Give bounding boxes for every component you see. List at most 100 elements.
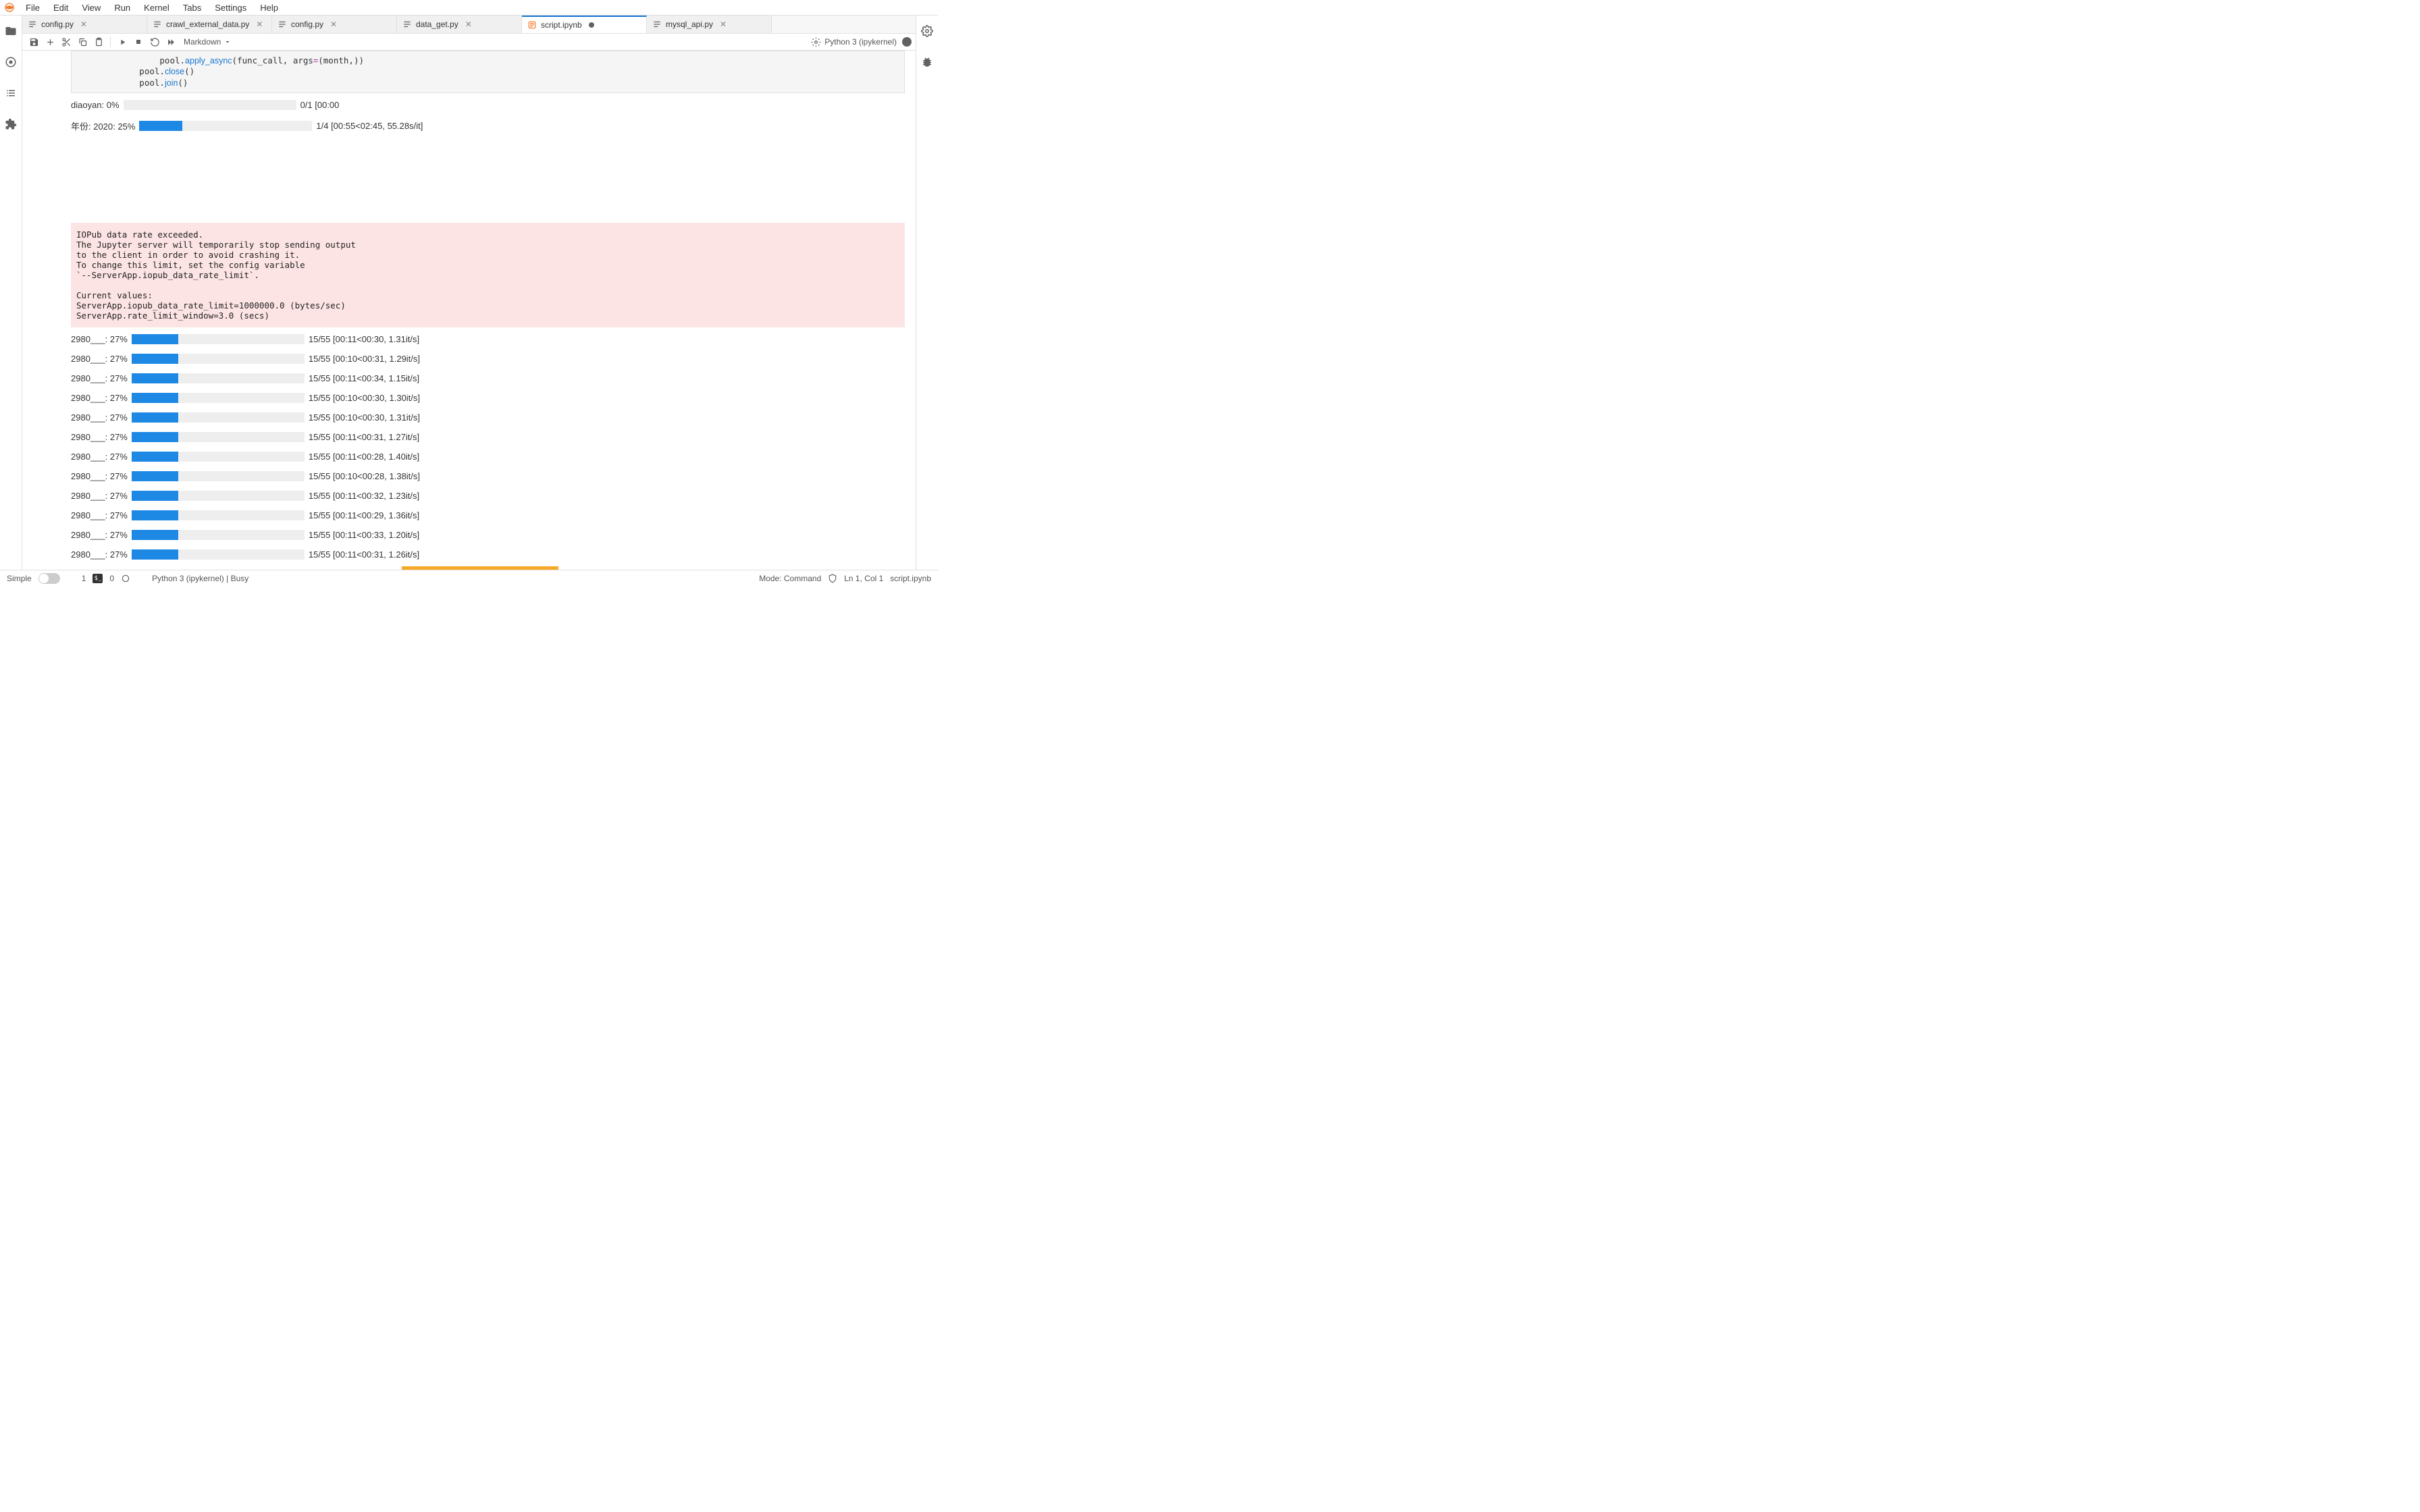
- running-terminals-icon[interactable]: [5, 56, 17, 68]
- menu-file[interactable]: File: [19, 0, 47, 16]
- file-browser-icon[interactable]: [5, 25, 17, 37]
- progress-row: 年份: 2020: 25% 1/4 [00:55<02:45, 55.28s/it…: [71, 119, 905, 132]
- progress-row: diaoyan: 0% 0/1 [00:00: [71, 100, 905, 110]
- menu-tabs[interactable]: Tabs: [176, 0, 208, 16]
- debugger-icon[interactable]: [921, 56, 933, 68]
- progress-bar: [132, 354, 305, 364]
- table-of-contents-icon[interactable]: [5, 87, 17, 99]
- progress-label: 年份: 2020: 25%: [71, 119, 135, 132]
- right-sidebar: [916, 16, 938, 570]
- progress-fill: [132, 471, 178, 481]
- notebook-trusted-icon[interactable]: [808, 34, 823, 49]
- tab-config-py[interactable]: config.py ✕: [22, 16, 147, 33]
- progress-row: 2980___: 27%15/55 [00:10<00:31, 1.29it/s…: [71, 354, 905, 364]
- menu-kernel[interactable]: Kernel: [137, 0, 176, 16]
- sessions-icon[interactable]: [121, 574, 130, 583]
- copy-cell-button[interactable]: [75, 34, 90, 49]
- progress-status: 15/55 [00:11<00:31, 1.26it/s]: [309, 549, 419, 560]
- left-sidebar: [0, 16, 22, 570]
- tab-close-icon[interactable]: ✕: [256, 20, 263, 29]
- tab-mysql_api-py[interactable]: mysql_api.py✕: [647, 16, 772, 33]
- insert-cell-button[interactable]: [43, 34, 57, 49]
- filename-text[interactable]: script.ipynb: [890, 574, 931, 583]
- tab-config-py[interactable]: config.py ✕: [272, 16, 397, 33]
- progress-bar: [132, 393, 305, 403]
- menu-view[interactable]: View: [75, 0, 107, 16]
- notebook-trust-icon[interactable]: [828, 574, 837, 583]
- progress-fill: [132, 393, 178, 403]
- menu-help[interactable]: Help: [253, 0, 285, 16]
- terminal-icon[interactable]: $_: [93, 574, 103, 583]
- error-output: IOPub data rate exceeded. The Jupyter se…: [71, 223, 905, 327]
- progress-row: 2980___: 27%15/55 [00:11<00:31, 1.26it/s…: [71, 549, 905, 560]
- tab-crawl_external_data-py[interactable]: crawl_external_data.py✕: [147, 16, 272, 33]
- progress-status: 15/55 [00:11<00:29, 1.36it/s]: [309, 510, 419, 520]
- extension-manager-icon[interactable]: [5, 118, 17, 130]
- progress-label: 2980___: 27%: [71, 471, 128, 481]
- menu-edit[interactable]: Edit: [47, 0, 75, 16]
- progress-row: 2980___: 27%15/55 [00:11<00:28, 1.40it/s…: [71, 452, 905, 462]
- tab-script-ipynb[interactable]: script.ipynb: [522, 16, 647, 33]
- kernel-status-indicator[interactable]: [902, 37, 912, 47]
- progress-fill: [132, 491, 178, 501]
- line-column-text[interactable]: Ln 1, Col 1: [844, 574, 883, 583]
- kernel-status-text[interactable]: Python 3 (ipykernel) | Busy: [152, 574, 248, 583]
- tab-data_get-py[interactable]: data_get.py✕: [397, 16, 522, 33]
- file-icon: [153, 20, 162, 29]
- progress-status: 15/55 [00:11<00:34, 1.15it/s]: [309, 373, 419, 383]
- progress-status: 0/1 [00:00: [300, 100, 340, 110]
- progress-label: diaoyan: 0%: [71, 100, 120, 110]
- progress-label: 2980___: 27%: [71, 354, 128, 364]
- progress-row: 2980___: 27%15/55 [00:10<00:30, 1.30it/s…: [71, 393, 905, 403]
- simple-mode-label: Simple: [7, 574, 32, 583]
- cut-cell-button[interactable]: [59, 34, 74, 49]
- tab-bar: config.py✕crawl_external_data.py✕config.…: [22, 16, 916, 34]
- progress-row: 2980___: 27% 15/55 [00:10<00:28, 1.38it/s…: [71, 471, 905, 481]
- property-inspector-icon[interactable]: [921, 25, 933, 37]
- progress-label: 2980___: 27%: [71, 510, 128, 520]
- jupyter-logo[interactable]: [3, 1, 16, 14]
- restart-kernel-button[interactable]: [147, 34, 162, 49]
- file-icon: [278, 20, 287, 29]
- progress-label: 2980___: 27%: [71, 452, 128, 462]
- notebook-content[interactable]: pool.apply_async(func_call, args=(month,…: [22, 51, 916, 570]
- tab-label: config.py: [41, 20, 74, 29]
- status-bar: Simple 1 $_ 0 Python 3 (ipykernel) | Bus…: [0, 570, 938, 586]
- tab-close-icon[interactable]: ✕: [465, 20, 472, 29]
- progress-fill: [139, 121, 182, 131]
- progress-bar: [132, 412, 305, 423]
- tab-close-icon[interactable]: ✕: [330, 20, 337, 29]
- progress-status: 15/55 [00:10<00:30, 1.31it/s]: [309, 412, 420, 423]
- progress-bar: [124, 100, 296, 110]
- progress-row: 2980___: 27%15/55 [00:11<00:33, 1.20it/s…: [71, 530, 905, 540]
- progress-bar: [132, 373, 305, 383]
- progress-row: 2980___: 27%15/55 [00:11<00:31, 1.27it/s…: [71, 432, 905, 442]
- cell-type-select[interactable]: Markdown: [184, 37, 232, 47]
- menu-run[interactable]: Run: [107, 0, 137, 16]
- menu-settings[interactable]: Settings: [208, 0, 253, 16]
- progress-fill: [132, 412, 178, 423]
- mode-text[interactable]: Mode: Command: [759, 574, 821, 583]
- progress-status: 15/55 [00:10<00:28, 1.38it/s]: [309, 471, 420, 481]
- progress-label: 2980___: 27%: [71, 491, 128, 501]
- terminals-idle-count[interactable]: 0: [109, 574, 114, 583]
- run-cell-button[interactable]: [115, 34, 130, 49]
- paste-cell-button[interactable]: [91, 34, 106, 49]
- progress-bar: [132, 334, 305, 344]
- tab-close-icon[interactable]: ✕: [80, 20, 87, 29]
- progress-row: 2980___: 27% 15/55 [00:11<00:34, 1.15it/s…: [71, 373, 905, 383]
- terminals-running-count[interactable]: 1: [82, 574, 86, 583]
- progress-bar: [132, 452, 305, 462]
- code-cell[interactable]: pool.apply_async(func_call, args=(month,…: [71, 51, 905, 93]
- restart-run-all-button[interactable]: [163, 34, 178, 49]
- file-icon: [402, 20, 412, 29]
- kernel-name[interactable]: Python 3 (ipykernel): [824, 37, 897, 47]
- simple-mode-toggle[interactable]: [38, 573, 60, 584]
- progress-status: 1/4 [00:55<02:45, 55.28s/it]: [316, 121, 423, 131]
- tab-label: script.ipynb: [541, 20, 582, 30]
- tab-label: config.py: [291, 20, 323, 29]
- interrupt-kernel-button[interactable]: [131, 34, 146, 49]
- tab-close-icon[interactable]: ✕: [720, 20, 727, 29]
- save-button[interactable]: [26, 34, 41, 49]
- progress-label: 2980___: 27%: [71, 373, 128, 383]
